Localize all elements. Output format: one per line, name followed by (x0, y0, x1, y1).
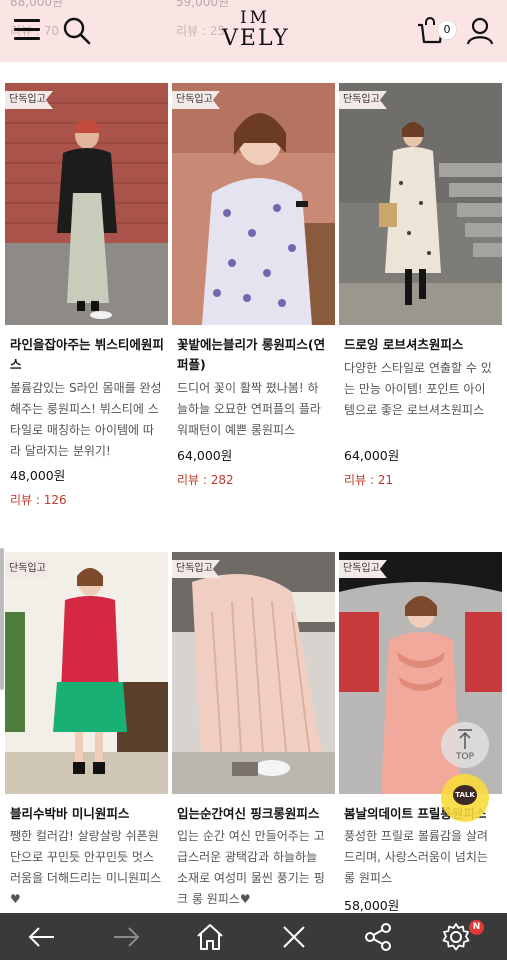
share-icon (365, 923, 391, 951)
home-icon (197, 924, 223, 950)
product-photo[interactable] (172, 552, 335, 794)
user-icon[interactable] (465, 16, 495, 46)
product-description: 쨍한 컬러감! 살랑살랑 쉬폰원단으로 꾸민듯 안꾸민듯 멋스러움을 더해드리는… (10, 829, 162, 906)
product-photo[interactable] (5, 552, 168, 794)
review-count: 리뷰 : 21 (344, 473, 394, 487)
forward-button[interactable] (96, 913, 156, 960)
logo-line-1: IM (239, 8, 271, 28)
side-drawer-handle[interactable] (0, 548, 4, 690)
product-price: 48,000원 (10, 468, 66, 483)
gear-icon (442, 923, 470, 951)
scroll-to-top-button[interactable]: TOP (441, 722, 489, 768)
review-count: 리뷰 : 126 (10, 493, 67, 507)
product-description: 다양한 스타일로 연출할 수 있는 만능 아이템! 포인트 아이템으로 좋은 로… (344, 361, 492, 417)
product-photo[interactable] (172, 83, 335, 325)
new-badge: N (469, 920, 484, 935)
product-title[interactable]: 블리수박바 미니원피스 (10, 804, 168, 824)
home-button[interactable] (180, 913, 240, 960)
product-card[interactable]: 단독입고 블리수박바 미니원피스 쨍한 컬러감! 살랑살랑 쉬폰원단으로 꾸민듯… (5, 552, 168, 913)
arrow-up-icon (458, 729, 472, 749)
top-label: TOP (455, 752, 474, 762)
exclusive-tag: 단독입고 (5, 91, 53, 109)
menu-icon[interactable] (14, 18, 40, 42)
product-price: 64,000원 (177, 448, 233, 463)
arrow-right-icon (114, 927, 140, 947)
talk-label: TALK (453, 785, 477, 805)
close-icon (283, 926, 305, 948)
product-description: 볼륨감있는 S라인 몸매를 완성해주는 룽원피스! 뷔스티에 스타일로 매칭하는… (10, 381, 162, 458)
product-description: 풍성한 프릴로 볼륨감을 살려드리며, 사랑스러움이 넘치는 롱 원피스 (344, 829, 488, 885)
brand-logo[interactable]: IM VELY (222, 10, 288, 50)
search-icon[interactable] (62, 16, 92, 46)
product-photo[interactable] (5, 83, 168, 325)
exclusive-tag: 단독입고 (339, 91, 387, 109)
product-card[interactable]: 단독입고 라인을잡아주는 뷔스티에원피스 볼륨감있는 S라인 몸매를 완성해주는… (5, 83, 168, 523)
product-title[interactable]: 입는순간여신 핑크롱원피스 (177, 804, 335, 824)
product-description: 드디어 꽃이 활짝 폈나봄! 하늘하늘 오묘한 연퍼플의 플라워패턴이 예쁜 롱… (177, 381, 321, 437)
back-button[interactable] (12, 913, 72, 960)
review-count: 리뷰 : 282 (177, 473, 234, 487)
product-title[interactable]: 꽃밭에는블리가 롱원피스(연퍼플) (177, 335, 335, 375)
product-title[interactable]: 라인을잡아주는 뷔스티에원피스 (10, 335, 168, 375)
product-price: 64,000원 (344, 448, 400, 463)
arrow-left-icon (28, 927, 54, 947)
partial-price-2: 59,000원 (176, 0, 230, 9)
partial-review-2: 리뷰 : 25 (176, 24, 226, 38)
product-card[interactable]: 단독입고 드로잉 로브셔츠원피스 다양한 스타일로 연출할 수 있는 만능 아이… (339, 83, 502, 523)
top-header: 88,000원 59,000원 리뷰 : 70 리뷰 : 25 IM VELY … (0, 0, 507, 62)
talk-chat-button[interactable]: TALK (441, 774, 489, 822)
partial-price-1: 88,000원 (10, 0, 64, 9)
exclusive-tag: 단독입고 (339, 560, 387, 578)
product-description: 입는 순간 여신 만들어주는 고급스러운 광택감과 하늘하늘 소재로 여성미 물… (177, 829, 325, 906)
product-card[interactable]: 단독입고 입는순간여신 핑크롱원피스 입는 순간 여신 만들어주는 고급스러운 … (172, 552, 335, 913)
product-photo[interactable] (339, 83, 502, 325)
exclusive-tag: 단독입고 (5, 560, 53, 578)
product-price: 58,000원 (344, 898, 400, 913)
product-title[interactable]: 드로잉 로브셔츠원피스 (344, 335, 502, 355)
share-button[interactable] (348, 913, 408, 960)
browser-bottom-nav (0, 913, 507, 960)
cart-count-badge: 0 (437, 20, 457, 40)
close-button[interactable] (264, 913, 324, 960)
product-card[interactable]: 단독입고 꽃밭에는블리가 롱원피스(연퍼플) 드디어 꽃이 활짝 폈나봄! 하늘… (172, 83, 335, 523)
logo-line-2: VELY (222, 26, 290, 51)
